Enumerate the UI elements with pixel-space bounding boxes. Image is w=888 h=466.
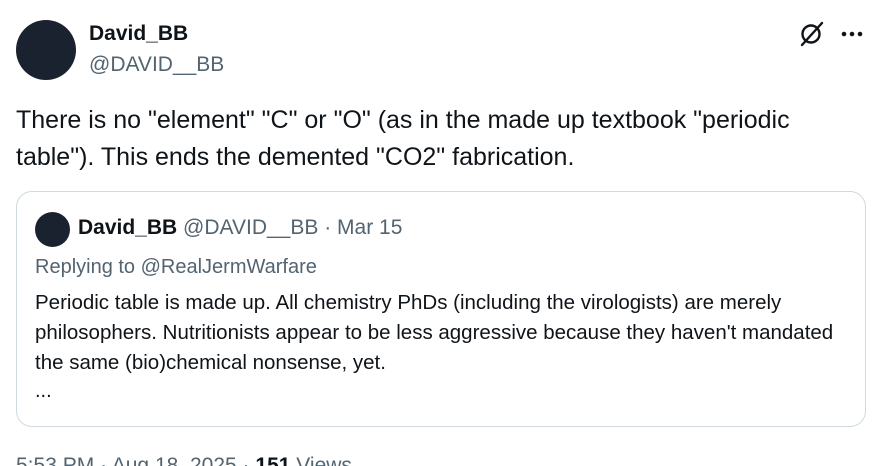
tweet-meta: 5:53 PM · Aug 18, 2025 · 151 Views xyxy=(16,454,352,466)
tweet-date[interactable]: Aug 18, 2025 xyxy=(112,454,237,466)
tweet: David_BB @DAVID__BB There is no "element… xyxy=(0,0,888,466)
quoted-author-avatar xyxy=(35,212,70,247)
quoted-tweet-card[interactable]: David_BB @DAVID__BB · Mar 15 Replying to… xyxy=(16,191,866,427)
views-count: 151 xyxy=(255,454,291,466)
quoted-author-name: David_BB xyxy=(78,216,178,239)
quoted-tweet-header: David_BB @DAVID__BB · Mar 15 xyxy=(78,216,402,240)
tweet-text: There is no "element" "C" or "O" (as in … xyxy=(16,106,790,171)
quoted-tweet-text: Periodic table is made up. All chemistry… xyxy=(35,291,834,374)
quoted-replying-to: Replying to @RealJermWarfare xyxy=(35,256,317,278)
meta-separator-2: · xyxy=(242,454,250,466)
more-options-icon[interactable] xyxy=(838,20,866,48)
author-handle[interactable]: @DAVID__BB xyxy=(89,53,224,77)
quoted-author-handle: @DAVID__BB xyxy=(183,216,319,239)
meta-separator: · xyxy=(100,454,108,466)
views-label: Views xyxy=(296,454,352,466)
quoted-separator: · xyxy=(324,216,332,239)
author-display-name[interactable]: David_BB xyxy=(89,22,188,46)
tweet-time[interactable]: 5:53 PM xyxy=(16,454,94,466)
author-avatar[interactable] xyxy=(16,20,76,80)
grok-icon[interactable] xyxy=(798,20,826,48)
quoted-date: Mar 15 xyxy=(337,216,403,239)
quoted-tweet-ellipsis: ... xyxy=(35,380,52,402)
